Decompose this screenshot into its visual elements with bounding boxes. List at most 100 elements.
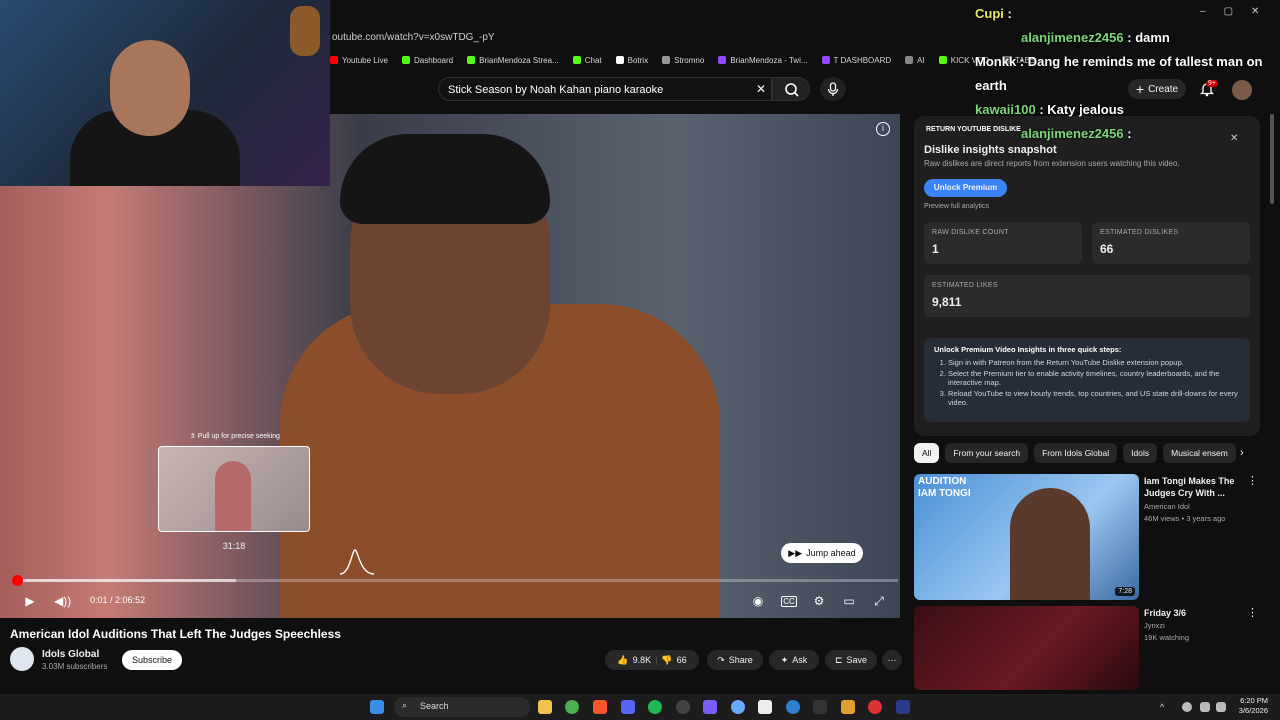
chip-idols[interactable]: Idols (1123, 443, 1158, 463)
url-text: outube.com/watch?v=x0swTDG_-pY (332, 32, 495, 43)
chip-all[interactable]: All (914, 443, 940, 463)
recommendation-channel[interactable]: Jynxzi (1144, 621, 1165, 630)
network-icon[interactable] (1200, 702, 1210, 712)
stat-card: RAW DISLIKE COUNT 1 (924, 222, 1082, 264)
bookmark-item[interactable]: Dashboard (401, 52, 453, 68)
voice-search-button[interactable] (820, 77, 846, 101)
bookmark-item[interactable]: T DASHBOARD (821, 52, 891, 68)
search-icon (785, 83, 799, 97)
share-icon: ↷ (717, 654, 725, 665)
autoplay-toggle[interactable]: ◉ (750, 593, 766, 609)
bookmark-item[interactable]: AI (905, 52, 925, 68)
thumbs-down-icon[interactable]: 👎 (661, 655, 672, 666)
volume-icon[interactable]: ◀)) (54, 593, 71, 609)
more-vert-icon[interactable]: ⋮ (1247, 474, 1258, 487)
ask-button[interactable]: ✦ Ask (769, 650, 819, 670)
play-icon[interactable]: ▶ (22, 593, 38, 609)
like-dislike-group: 👍 9.8K | 👎 66 (605, 650, 699, 670)
settings-gear-icon[interactable]: ⚙ (811, 593, 827, 609)
brave-icon[interactable] (593, 700, 607, 714)
bookmark-item[interactable]: BrianMendoza Strea... (467, 52, 559, 68)
subscriber-count: 3.03M subscribers (42, 662, 108, 671)
chat-message: alanjimenez2456 : (1021, 126, 1132, 141)
app-icon[interactable] (841, 700, 855, 714)
share-button[interactable]: ↷ Share (707, 650, 763, 670)
channel-avatar[interactable] (10, 647, 34, 671)
chip-from-your-search[interactable]: From your search (945, 443, 1029, 463)
bookmark-item[interactable]: Botrix (615, 52, 648, 68)
scrubber-handle[interactable] (12, 575, 23, 586)
recommendation-title[interactable]: Friday 3/6 (1144, 607, 1248, 619)
channel-name[interactable]: Idols Global (42, 649, 99, 660)
chevron-right-icon[interactable]: › (1240, 447, 1244, 459)
filter-chips: All From your search From Idols Global I… (914, 443, 1260, 463)
discord-icon[interactable] (621, 700, 635, 714)
bookmark-item[interactable]: Chat (572, 52, 602, 68)
video-thumbnail[interactable] (914, 606, 1139, 690)
mic-icon (827, 82, 839, 96)
volume-icon[interactable] (1216, 702, 1226, 712)
search-input[interactable]: Stick Season by Noah Kahan piano karaoke (438, 77, 772, 101)
app-icon[interactable] (786, 700, 800, 714)
recommendation-item[interactable]: AUDITION IAM TONGI 7:28 Iam Tongi Makes … (914, 474, 1260, 600)
app-icon[interactable] (813, 700, 827, 714)
chevron-up-icon[interactable]: ^ (1160, 702, 1170, 712)
like-count[interactable]: 9.8K (633, 655, 652, 665)
search-button[interactable] (772, 77, 810, 101)
recommendation-channel[interactable]: American Idol (1144, 502, 1190, 511)
preview-analytics-link[interactable]: Preview full analytics (924, 203, 989, 210)
stat-card: ESTIMATED LIKES 9,811 (924, 275, 1250, 317)
seek-preview-time: 31:18 (222, 541, 246, 551)
chat-message: alanjimenez2456 : damn (1021, 30, 1170, 45)
file-explorer-icon[interactable] (538, 700, 552, 714)
theater-mode-icon[interactable]: ▭ (841, 593, 857, 609)
recommendation-item[interactable]: Friday 3/6 Jynxzi 19K watching ⋮ (914, 606, 1260, 690)
dislike-count[interactable]: 66 (677, 655, 687, 665)
seek-hint: ⇯ Pull up for precise seeking (190, 433, 280, 440)
video-frame-hair (340, 134, 550, 224)
heatmap-peak (340, 549, 374, 575)
app-icon[interactable] (703, 700, 717, 714)
seek-preview-thumbnail (158, 446, 310, 532)
video-player[interactable] (0, 114, 900, 618)
guitar-image (290, 6, 320, 56)
subscribe-button[interactable]: Subscribe (122, 650, 182, 670)
captions-icon[interactable]: CC (781, 596, 797, 607)
video-thumbnail[interactable]: AUDITION IAM TONGI 7:28 (914, 474, 1139, 600)
player-controls: ▶ ◀)) 0:01 / 2:06:52 ◉ CC ⚙ ▭ ⤢ (0, 588, 900, 612)
fast-forward-icon: ▶▶ (788, 547, 803, 558)
mic-icon[interactable] (1182, 702, 1192, 712)
windows-start-icon[interactable] (370, 700, 384, 714)
search-icon: ⌕ (402, 700, 408, 710)
recommendation-title[interactable]: Iam Tongi Makes The Judges Cry With ... (1144, 475, 1248, 499)
audition-icon[interactable] (896, 700, 910, 714)
taskbar-search[interactable]: ⌕ Search (394, 697, 530, 717)
chrome-icon[interactable] (565, 700, 579, 714)
fullscreen-icon[interactable]: ⤢ (871, 593, 887, 609)
info-icon[interactable]: i (876, 122, 890, 136)
bookmark-item[interactable]: BrianMendoza - Twi... (718, 52, 808, 68)
obs-icon[interactable] (676, 700, 690, 714)
bookmark-item[interactable]: Stromno (662, 52, 704, 68)
chip-from-channel[interactable]: From Idols Global (1034, 443, 1118, 463)
app-icon[interactable] (758, 700, 772, 714)
more-actions-icon[interactable]: ⋯ (882, 650, 902, 670)
app-icon[interactable] (868, 700, 882, 714)
spotify-icon[interactable] (648, 700, 662, 714)
app-icon[interactable] (731, 700, 745, 714)
step-item: Select the Premium tier to enable activi… (948, 369, 1240, 387)
chat-message: Monkk : Dang he reminds me of tallest ma… (975, 54, 1263, 93)
bookmark-item[interactable]: Youtube Live (330, 52, 388, 68)
more-vert-icon[interactable]: ⋮ (1247, 606, 1258, 619)
save-button[interactable]: ⊏ Save (825, 650, 877, 670)
clear-search-icon[interactable]: ✕ (756, 82, 766, 96)
recommendation-meta: 19K watching (1144, 633, 1190, 642)
chip-musical[interactable]: Musical ensem (1163, 443, 1236, 463)
unlock-premium-button[interactable]: Unlock Premium (924, 179, 1007, 197)
jump-ahead-button[interactable]: ▶▶ Jump ahead (781, 543, 863, 563)
thumbs-up-icon[interactable]: 👍 (617, 655, 628, 666)
stream-chat-overlay: Cupi : alanjimenez2456 : damn Monkk : Da… (975, 2, 1275, 146)
taskbar-clock[interactable]: 6:20 PM 3/6/2026 (1239, 696, 1268, 716)
bookmark-icon: ⊏ (834, 654, 843, 665)
step-item: Sign in with Patreon from the Return You… (948, 358, 1240, 367)
